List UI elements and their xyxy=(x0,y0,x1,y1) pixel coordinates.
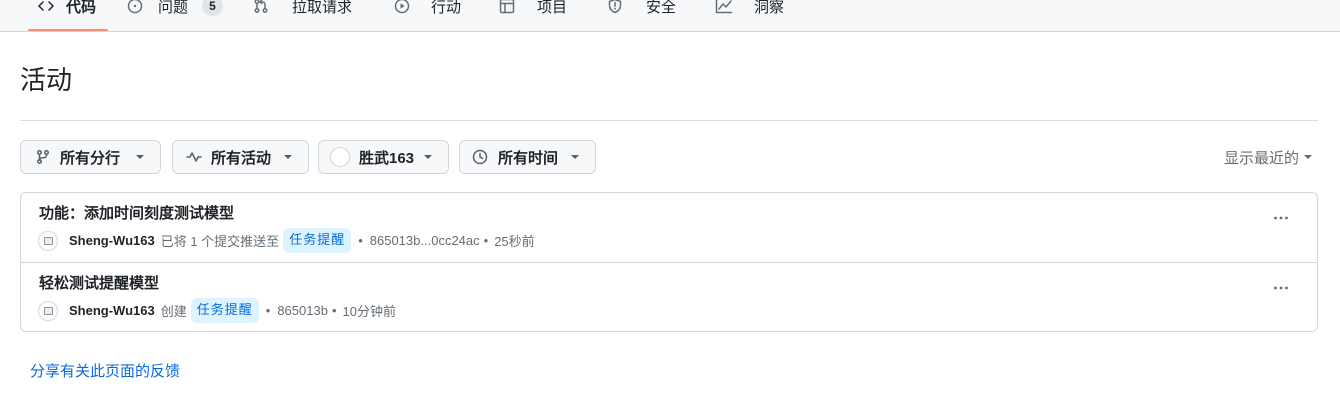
actor-filter-label: 胜武163 xyxy=(359,149,415,167)
commit-range-link[interactable]: 865013b...0cc24ac xyxy=(370,233,480,248)
actor-link[interactable]: Sheng-Wu163 xyxy=(69,303,155,318)
more-options-button[interactable] xyxy=(1265,272,1297,304)
activity-action-text: 创建 xyxy=(160,304,187,319)
activity-list: 功能：添加时间刻度测试模型 Sheng-Wu163 已将 1 个提交推送至 任务… xyxy=(20,192,1318,332)
activity-meta: Sheng-Wu163 创建 任务提醒 • 865013b • 10分钟前 xyxy=(38,298,396,323)
activity-title: 功能：添加时间刻度测试模型 xyxy=(39,205,235,222)
separator-dot: • xyxy=(331,303,337,318)
tab-security-label: 安全 xyxy=(646,0,677,16)
graph-icon xyxy=(715,0,733,14)
feedback-link[interactable]: 分享有关此页面的反馈 xyxy=(30,362,180,382)
pulse-icon xyxy=(186,149,202,165)
play-icon xyxy=(394,0,410,14)
git-branch-icon xyxy=(35,149,51,165)
time-filter-label: 所有时间 xyxy=(498,149,559,167)
actor-filter-button[interactable]: 胜武163 xyxy=(318,140,449,174)
header-divider xyxy=(20,120,1318,121)
activity-item: 功能：添加时间刻度测试模型 Sheng-Wu163 已将 1 个提交推送至 任务… xyxy=(21,193,1317,262)
issue-opened-icon xyxy=(127,0,143,14)
activity-meta: Sheng-Wu163 已将 1 个提交推送至 任务提醒 • 865013b..… xyxy=(38,228,535,253)
triangle-down-icon xyxy=(424,155,432,159)
sort-dropdown-label: 显示最近的 xyxy=(1224,149,1300,167)
tab-code[interactable]: 代码 xyxy=(38,0,96,22)
tab-actions-label: 行动 xyxy=(431,0,462,16)
triangle-down-icon xyxy=(284,155,292,159)
shield-icon xyxy=(607,0,623,14)
broken-image-icon xyxy=(43,306,53,315)
branch-filter-button[interactable]: 所有分行 xyxy=(20,140,161,174)
triangle-down-icon xyxy=(136,155,144,159)
activity-title: 轻松测试提醒模型 xyxy=(39,275,160,292)
branch-label[interactable]: 任务提醒 xyxy=(190,298,259,323)
triangle-down-icon xyxy=(571,155,579,159)
tab-projects[interactable]: 项目 xyxy=(499,0,567,22)
tab-issues[interactable]: 问题 5 xyxy=(127,0,224,22)
separator-dot: • xyxy=(483,233,489,248)
tab-insights[interactable]: 洞察 xyxy=(715,0,784,22)
relative-time: 10分钟前 xyxy=(342,304,396,319)
tab-security[interactable]: 安全 xyxy=(607,0,676,22)
kebab-horizontal-icon xyxy=(1274,216,1288,220)
issues-count-badge: 5 xyxy=(202,0,224,16)
relative-time: 25秒前 xyxy=(494,234,535,249)
avatar[interactable] xyxy=(38,230,58,251)
actor-link[interactable]: Sheng-Wu163 xyxy=(69,233,155,248)
commit-link[interactable]: 865013b xyxy=(277,303,328,318)
separator-dot: • xyxy=(265,303,271,318)
tab-insights-label: 洞察 xyxy=(754,0,785,16)
tab-code-label: 代码 xyxy=(66,0,97,16)
triangle-down-icon xyxy=(1304,155,1313,159)
tab-issues-label: 问题 xyxy=(158,0,189,16)
clock-icon xyxy=(472,149,488,165)
separator-dot: • xyxy=(358,233,363,248)
activity-action-text: 已将 1 个提交推送至 xyxy=(160,234,280,249)
activity-filter-button[interactable]: 所有活动 xyxy=(172,140,309,174)
broken-image-icon xyxy=(43,236,53,245)
active-tab-indicator xyxy=(28,29,108,31)
branch-label[interactable]: 任务提醒 xyxy=(283,228,352,253)
table-icon xyxy=(499,0,515,14)
tab-pull-requests-label: 拉取请求 xyxy=(292,0,353,16)
activity-filter-label: 所有活动 xyxy=(211,149,272,167)
tab-projects-label: 项目 xyxy=(537,0,568,16)
page-title: 活动 xyxy=(20,65,73,95)
avatar[interactable] xyxy=(38,300,58,321)
tab-pull-requests[interactable]: 拉取请求 xyxy=(253,0,352,22)
activity-item: 轻松测试提醒模型 Sheng-Wu163 创建 任务提醒 • 865013b •… xyxy=(21,262,1317,331)
time-filter-button[interactable]: 所有时间 xyxy=(459,140,596,174)
sort-dropdown[interactable]: 显示最近的 xyxy=(1224,147,1313,167)
git-pull-request-icon xyxy=(253,0,269,14)
branch-filter-label: 所有分行 xyxy=(60,149,121,167)
code-icon xyxy=(38,0,54,14)
repo-nav: 代码 问题 5 拉取请求 行动 项目 安全 洞察 xyxy=(0,0,1340,32)
avatar xyxy=(330,147,350,167)
more-options-button[interactable] xyxy=(1265,202,1297,234)
tab-actions[interactable]: 行动 xyxy=(394,0,461,22)
kebab-horizontal-icon xyxy=(1274,286,1288,290)
